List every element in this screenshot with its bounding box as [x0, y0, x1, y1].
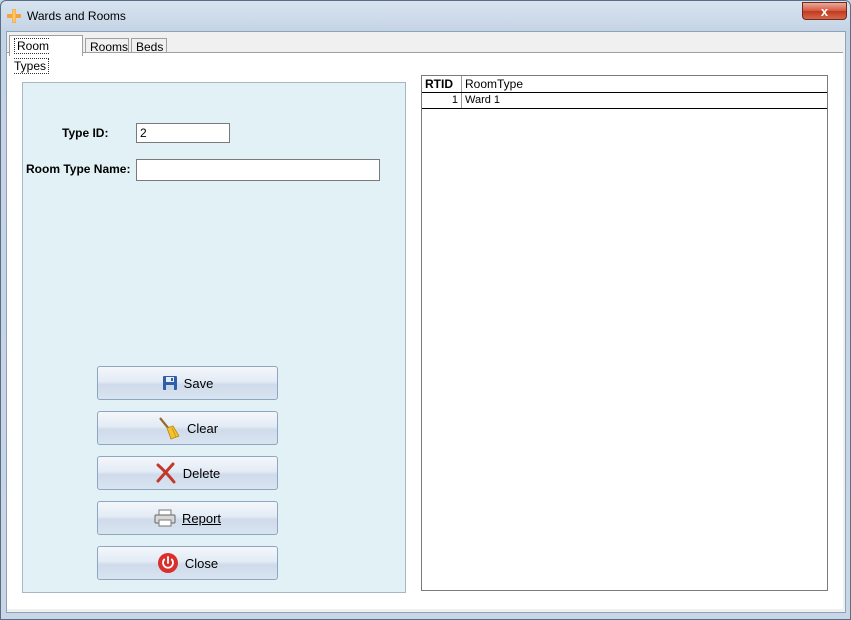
client-area: Room Types Rooms Beds Type ID: 2 Room Ty…	[6, 31, 846, 613]
tab-room-types[interactable]: Room Types	[9, 35, 83, 74]
room-types-grid[interactable]: RTID RoomType 1 Ward 1	[421, 75, 828, 591]
main-window: Wards and Rooms x Room Types Rooms Beds …	[0, 0, 851, 620]
column-header-roomtype[interactable]: RoomType	[462, 76, 827, 92]
tab-room-types-label: Room Types	[14, 38, 50, 74]
tab-page-room-types: Type ID: 2 Room Type Name: Save Clear De…	[7, 52, 843, 609]
broom-icon	[159, 417, 180, 440]
save-button-label: Save	[183, 375, 214, 391]
red-x-icon	[156, 462, 176, 484]
room-type-name-field[interactable]	[136, 159, 380, 181]
cell-rtid[interactable]: 1	[422, 93, 462, 108]
room-type-name-label: Room Type Name:	[26, 162, 131, 176]
window-close-button[interactable]: x	[802, 2, 847, 20]
close-button[interactable]: Close	[97, 546, 278, 580]
title-bar[interactable]: Wards and Rooms x	[1, 1, 850, 31]
clear-button-label: Clear	[186, 420, 219, 436]
column-header-rtid[interactable]: RTID	[422, 76, 462, 92]
clear-button[interactable]: Clear	[97, 411, 278, 445]
app-cross-icon	[7, 9, 21, 23]
cell-roomtype[interactable]: Ward 1	[462, 93, 827, 108]
close-button-label: Close	[184, 555, 219, 571]
type-id-label: Type ID:	[62, 126, 109, 140]
save-button[interactable]: Save	[97, 366, 278, 400]
printer-icon	[154, 509, 176, 527]
report-button-label: Report	[181, 510, 222, 526]
delete-button[interactable]: Delete	[97, 456, 278, 490]
window-title: Wards and Rooms	[27, 9, 126, 23]
floppy-disk-icon	[162, 376, 177, 390]
room-type-form-panel: Type ID: 2 Room Type Name: Save Clear De…	[22, 82, 406, 593]
type-id-field[interactable]: 2	[136, 123, 230, 143]
delete-button-label: Delete	[182, 465, 221, 481]
table-row[interactable]: 1 Ward 1	[422, 93, 827, 109]
report-button[interactable]: Report	[97, 501, 278, 535]
power-icon	[157, 553, 178, 573]
grid-header: RTID RoomType	[422, 76, 827, 93]
